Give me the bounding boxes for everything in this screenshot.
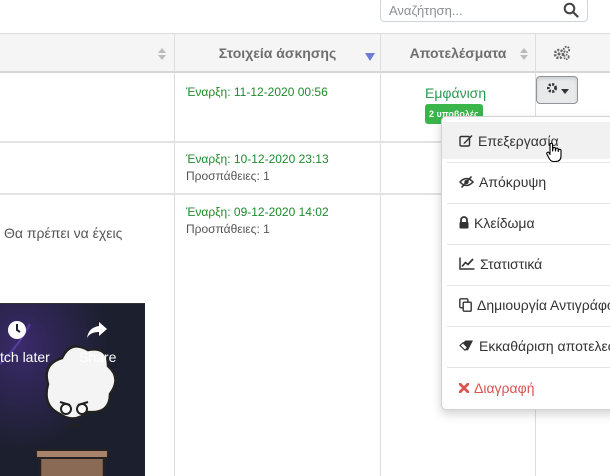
actions-dropdown-menu: Επεξεργασία Απόκρυψη Κλείδωμα Στατιστικά…: [441, 116, 610, 410]
menu-item-edit[interactable]: Επεξεργασία: [442, 122, 610, 159]
menu-item-statistics[interactable]: Στατιστικά: [442, 245, 610, 282]
menu-item-label: Κλείδωμα: [474, 214, 535, 231]
caret-down-icon: [560, 81, 569, 99]
menu-item-label: Εκκαθάριση αποτελεσμάτων: [479, 337, 610, 354]
sort-icon[interactable]: [520, 47, 528, 65]
clock-icon[interactable]: [7, 320, 27, 345]
column-divider: [174, 33, 175, 476]
lock-icon: [459, 216, 469, 229]
row2-start: Έναρξη: 10-12-2020 23:13: [186, 152, 329, 166]
share-label[interactable]: Share: [79, 349, 116, 365]
menu-item-label: Απόκρυψη: [479, 173, 547, 190]
menu-item-label: Διαγραφή: [474, 379, 535, 396]
table-header: Στοιχεία άσκησης Αποτελέσματα: [0, 33, 610, 73]
sort-icon[interactable]: [158, 47, 166, 65]
column-exercise-data-label: Στοιχεία άσκησης: [218, 45, 337, 61]
gear-icon: [546, 81, 558, 99]
copy-icon: [459, 297, 472, 312]
column-results-label: Αποτελέσματα: [409, 45, 507, 61]
row2-attempts: Προσπάθειες: 1: [186, 169, 270, 183]
menu-item-delete[interactable]: Διαγραφή: [442, 369, 610, 406]
share-icon[interactable]: [86, 320, 108, 345]
menu-item-hide[interactable]: Απόκρυψη: [442, 163, 610, 200]
line-chart-icon: [459, 257, 475, 270]
exercise-description: Θα πρέπει να έχεις: [4, 225, 123, 241]
sort-desc-icon[interactable]: [365, 49, 375, 67]
delete-icon: [459, 382, 469, 393]
eraser-icon: [459, 340, 473, 351]
column-exercise-data[interactable]: Στοιχεία άσκησης: [175, 34, 380, 72]
search-icon[interactable]: [563, 2, 579, 18]
video-embed[interactable]: tch later Share: [0, 303, 145, 476]
menu-divider: [447, 367, 610, 368]
column-results[interactable]: Αποτελέσματα: [381, 34, 535, 72]
edit-icon: [459, 135, 473, 147]
search-box[interactable]: [380, 0, 588, 22]
hand-cursor-icon: [546, 143, 562, 163]
menu-item-duplicate[interactable]: Δημιουργία Αντιγράφου: [442, 286, 610, 323]
row3-start: Έναρξη: 09-12-2020 14:02: [186, 205, 329, 219]
row1-start: Έναρξη: 11-12-2020 00:56: [186, 85, 328, 99]
search-input[interactable]: [389, 1, 559, 19]
watch-later-label[interactable]: tch later: [0, 349, 50, 365]
column-divider: [380, 33, 381, 476]
menu-item-clear-results[interactable]: Εκκαθάριση αποτελεσμάτων: [442, 327, 610, 364]
gears-icon: [553, 45, 571, 66]
menu-item-label: Στατιστικά: [480, 255, 543, 272]
row3-attempts: Προσπάθειες: 1: [186, 222, 270, 236]
show-results-link[interactable]: Εμφάνιση: [425, 85, 486, 101]
actions-dropdown-button[interactable]: [536, 76, 578, 104]
menu-item-lock[interactable]: Κλείδωμα: [442, 204, 610, 241]
eye-slash-icon: [459, 175, 474, 188]
menu-item-label: Δημιουργία Αντιγράφου: [477, 296, 610, 313]
